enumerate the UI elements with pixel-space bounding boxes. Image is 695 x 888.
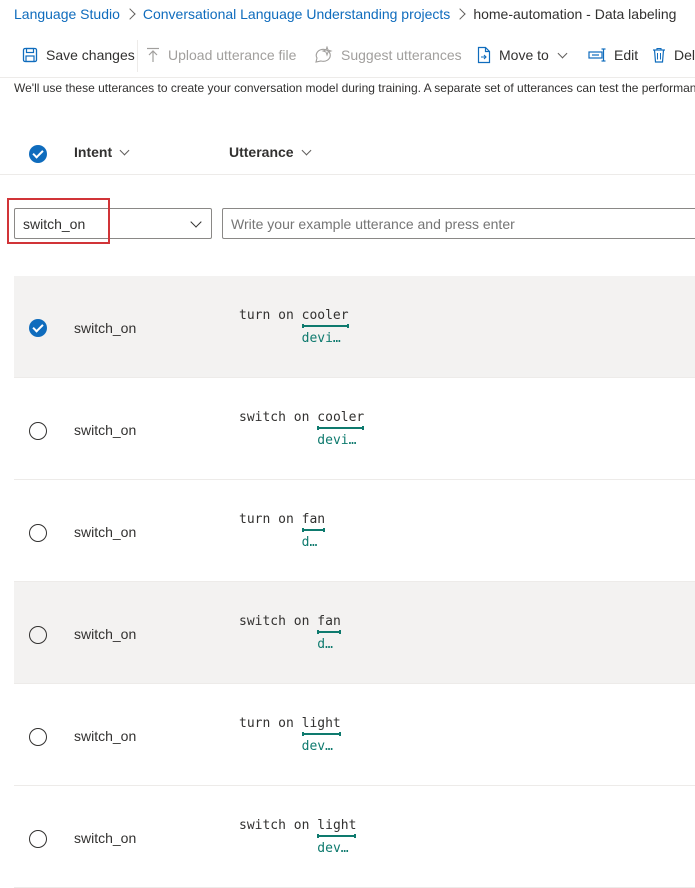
row-intent: switch_on <box>74 626 137 642</box>
entity-underline <box>301 324 349 328</box>
delete-button[interactable]: Del <box>652 38 695 72</box>
table-row[interactable]: switch_on turn on light dev… <box>14 684 695 786</box>
labeled-entity-text[interactable]: cooler <box>302 308 349 323</box>
entity-label[interactable]: d… <box>302 535 318 550</box>
trash-icon <box>653 47 665 63</box>
table-row[interactable]: switch_on switch on light dev… <box>14 786 695 888</box>
entity-label[interactable]: dev… <box>317 841 348 856</box>
utterance-text: switch on <box>239 410 318 425</box>
table-row[interactable]: switch_on turn on fan d… <box>14 480 695 582</box>
intent-column-header[interactable]: Intent <box>74 144 130 160</box>
labeled-entity-text[interactable]: cooler <box>317 410 364 425</box>
utterance-text: turn on <box>239 716 302 731</box>
entity-label[interactable]: dev… <box>302 739 333 754</box>
delete-label: Del <box>674 47 695 63</box>
suggest-utterances-label: Suggest utterances <box>341 47 462 63</box>
edit-rename-icon <box>588 48 606 62</box>
chevron-right-icon <box>454 8 466 20</box>
edit-label: Edit <box>614 47 639 63</box>
row-checkbox[interactable] <box>29 728 47 746</box>
select-all-checkbox[interactable] <box>29 145 47 163</box>
entity-label[interactable]: devi… <box>317 433 356 448</box>
upload-icon <box>147 47 159 62</box>
row-intent: switch_on <box>74 524 137 540</box>
upload-utterance-file-label: Upload utterance file <box>168 47 297 63</box>
save-icon <box>22 47 38 63</box>
row-intent: switch_on <box>74 728 137 744</box>
labeled-entity-text[interactable]: fan <box>317 614 340 629</box>
page-description: We'll use these utterances to create you… <box>14 81 695 95</box>
table-row[interactable]: switch_on switch on cooler devi… <box>14 378 695 480</box>
save-changes-button[interactable]: Save changes <box>22 38 135 72</box>
entity-underline <box>301 528 326 532</box>
chevron-right-icon <box>124 8 136 20</box>
row-checkbox[interactable] <box>29 319 47 337</box>
row-intent: switch_on <box>74 422 137 438</box>
labeled-entity-text[interactable]: light <box>302 716 341 731</box>
row-intent: switch_on <box>74 830 137 846</box>
utterance-input[interactable] <box>222 208 695 239</box>
chevron-down-icon <box>301 145 312 155</box>
table-header: Intent Utterance <box>0 134 695 175</box>
utterance-column-header[interactable]: Utterance <box>229 144 312 160</box>
entity-underline <box>301 732 341 736</box>
edit-button[interactable]: Edit <box>588 38 638 72</box>
row-intent: switch_on <box>74 320 137 336</box>
chevron-down-icon <box>557 48 568 58</box>
entity-underline <box>317 834 357 838</box>
row-checkbox[interactable] <box>29 626 47 644</box>
sparkle-chat-icon <box>315 46 333 63</box>
row-checkbox[interactable] <box>29 524 47 542</box>
entity-underline <box>317 630 342 634</box>
utterance-list: switch_on turn on cooler devi… switch_on swi… <box>14 276 695 888</box>
breadcrumb-language-studio[interactable]: Language Studio <box>14 6 120 22</box>
utterance-text: turn on <box>239 308 302 323</box>
chevron-down-icon <box>190 216 202 228</box>
utterance-text: turn on <box>239 512 302 527</box>
move-to-label: Move to <box>499 47 549 63</box>
utterance-column-label: Utterance <box>229 144 294 160</box>
upload-utterance-file-button[interactable]: Upload utterance file <box>146 38 296 72</box>
breadcrumb-current-page: home-automation - Data labeling <box>473 6 677 22</box>
entity-label[interactable]: d… <box>317 637 333 652</box>
entity-underline <box>317 426 365 430</box>
utterance-text: switch on <box>239 614 318 629</box>
labeled-entity-text[interactable]: light <box>317 818 356 833</box>
utterance-text: switch on <box>239 818 318 833</box>
entity-label[interactable]: devi… <box>302 331 341 346</box>
breadcrumb: Language Studio Conversational Language U… <box>14 6 676 24</box>
save-changes-label: Save changes <box>46 47 135 63</box>
move-to-button[interactable]: Move to <box>477 38 568 72</box>
toolbar-divider <box>137 40 138 72</box>
chevron-down-icon <box>119 145 130 155</box>
row-checkbox[interactable] <box>29 422 47 440</box>
command-bar: Save changes Upload utterance file Sugge… <box>0 38 695 72</box>
intent-dropdown-value: switch_on <box>23 216 86 232</box>
document-move-icon <box>477 46 491 64</box>
toolbar-separator <box>0 77 695 78</box>
row-checkbox[interactable] <box>29 830 47 848</box>
table-row[interactable]: switch_on turn on cooler devi… <box>14 276 695 378</box>
intent-dropdown[interactable]: switch_on <box>14 208 212 239</box>
labeled-entity-text[interactable]: fan <box>302 512 325 527</box>
table-row[interactable]: switch_on switch on fan d… <box>14 582 695 684</box>
suggest-utterances-button[interactable]: Suggest utterances <box>313 38 462 72</box>
breadcrumb-clu-projects[interactable]: Conversational Language Understanding pr… <box>143 6 450 22</box>
intent-column-label: Intent <box>74 144 113 160</box>
